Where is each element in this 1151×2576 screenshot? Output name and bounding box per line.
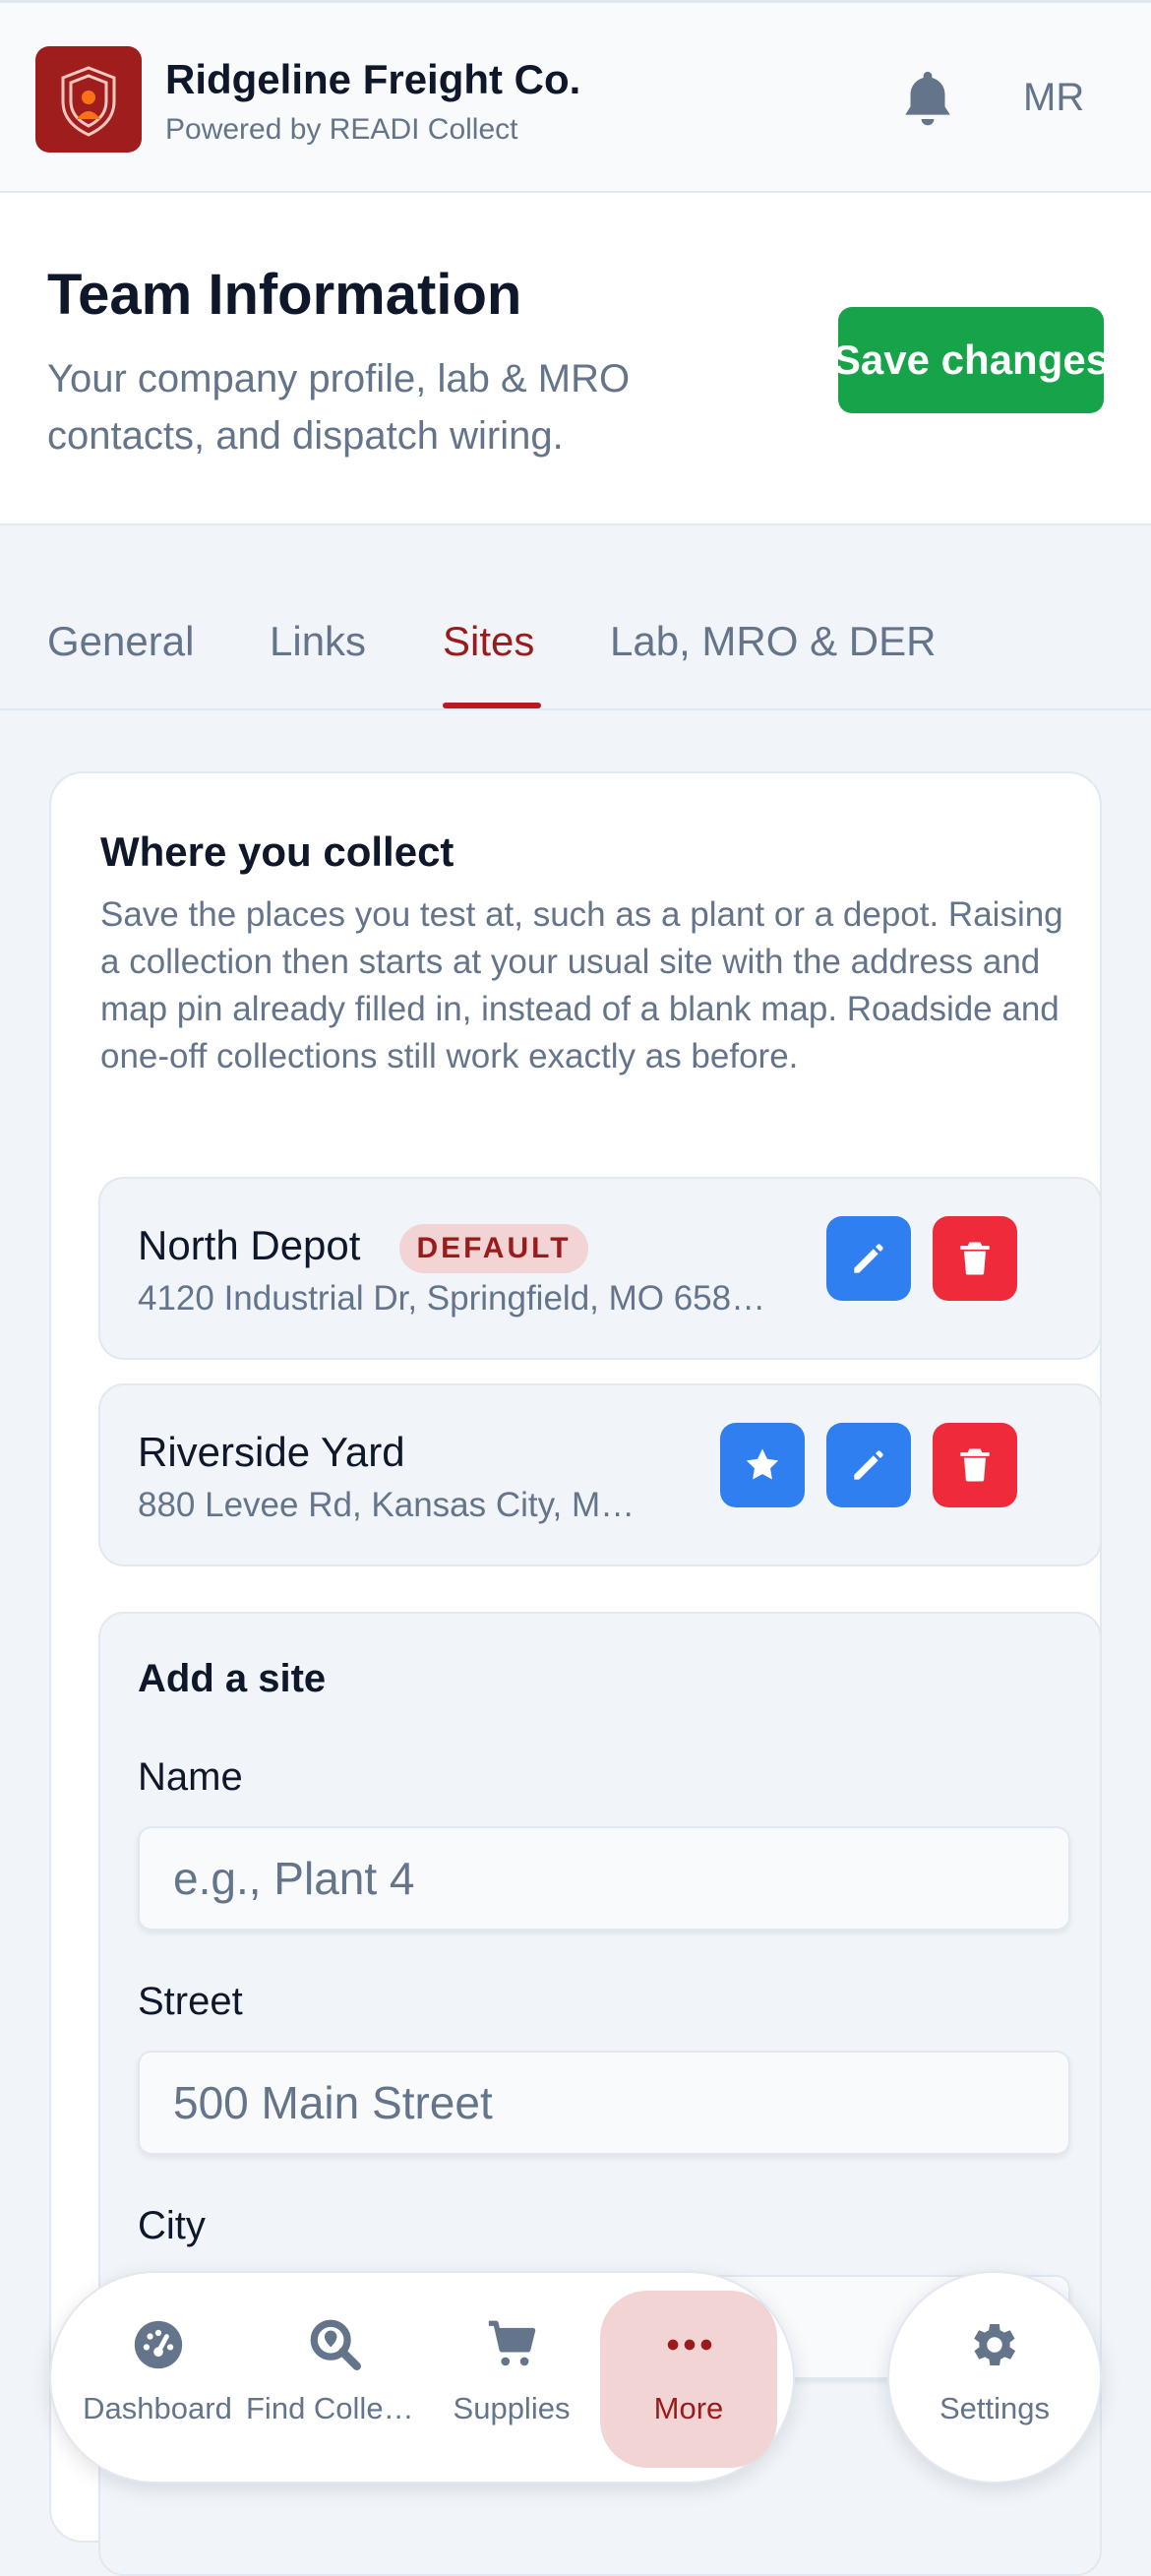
trash-icon [960,1448,990,1482]
site-item: North Depot DEFAULT 4120 Industrial Dr, … [98,1177,1102,1360]
nav-label: Supplies [453,2391,571,2425]
name-label: Name [138,1755,243,1799]
save-changes-button[interactable]: Save changes [838,307,1104,413]
street-label: Street [138,1980,243,2023]
company-name: Ridgeline Freight Co. [165,56,581,102]
nav-label: Find Collectors [246,2391,423,2425]
site-item: Riverside Yard 880 Levee Rd, Kansas City… [98,1383,1102,1566]
trash-icon [960,1242,990,1275]
tab-links[interactable]: Links [270,618,366,665]
site-address: 4120 Industrial Dr, Springfield, MO 6580… [138,1279,767,1318]
section-tabs: General Links Sites Lab, MRO & DER [0,525,1151,710]
pencil-icon [854,1450,883,1480]
site-name: Riverside Yard [138,1429,405,1475]
user-avatar[interactable]: MR [1023,76,1084,120]
search-location-icon [310,2319,361,2370]
edit-site-button[interactable] [826,1423,911,1507]
bottom-nav: Dashboard Find Collectors Supplies More [49,2271,795,2484]
gear-icon [974,2323,1016,2366]
nav-more[interactable]: More [600,2291,777,2468]
tab-sites[interactable]: Sites [443,618,534,665]
site-address: 880 Levee Rd, Kansas City, MO 64120 [138,1486,659,1524]
bell-icon[interactable] [893,66,962,135]
street-input[interactable] [138,2051,1070,2155]
ellipsis-icon [667,2339,712,2351]
sites-card-description: Save the places you test at, such as a p… [100,895,1063,1075]
set-default-button[interactable] [720,1423,805,1507]
app-header: Ridgeline Freight Co. Powered by READI C… [0,0,1151,193]
nav-dashboard[interactable]: Dashboard [69,2273,246,2482]
pencil-icon [854,1244,883,1273]
nav-label: Settings [939,2391,1050,2425]
city-label: City [138,2204,206,2247]
site-name-input[interactable] [138,1826,1070,1931]
add-site-title: Add a site [138,1657,327,1700]
nav-find-collectors[interactable]: Find Collectors [246,2273,423,2482]
edit-site-button[interactable] [826,1216,911,1301]
nav-label: Dashboard [83,2391,232,2425]
tab-general[interactable]: General [47,618,194,665]
active-tab-indicator [443,703,541,708]
sites-card-title: Where you collect [100,828,454,875]
site-name: North Depot [138,1222,361,1268]
dashboard-gauge-icon [134,2320,183,2369]
page-title: Team Information [47,263,522,327]
nav-supplies[interactable]: Supplies [423,2273,600,2482]
cart-icon [488,2320,536,2366]
star-icon [746,1448,779,1480]
page-subtitle: Your company profile, lab & MRO contacts… [47,357,631,458]
company-logo [35,46,142,153]
default-badge: DEFAULT [399,1224,588,1273]
delete-site-button[interactable] [933,1216,1017,1301]
powered-by-text: Powered by READI Collect [165,113,518,146]
delete-site-button[interactable] [933,1423,1017,1507]
page-header: Team Information Your company profile, l… [0,193,1151,525]
tab-lab-mro-der[interactable]: Lab, MRO & DER [610,618,936,665]
nav-settings[interactable]: Settings [887,2271,1102,2484]
nav-label: More [653,2391,724,2425]
